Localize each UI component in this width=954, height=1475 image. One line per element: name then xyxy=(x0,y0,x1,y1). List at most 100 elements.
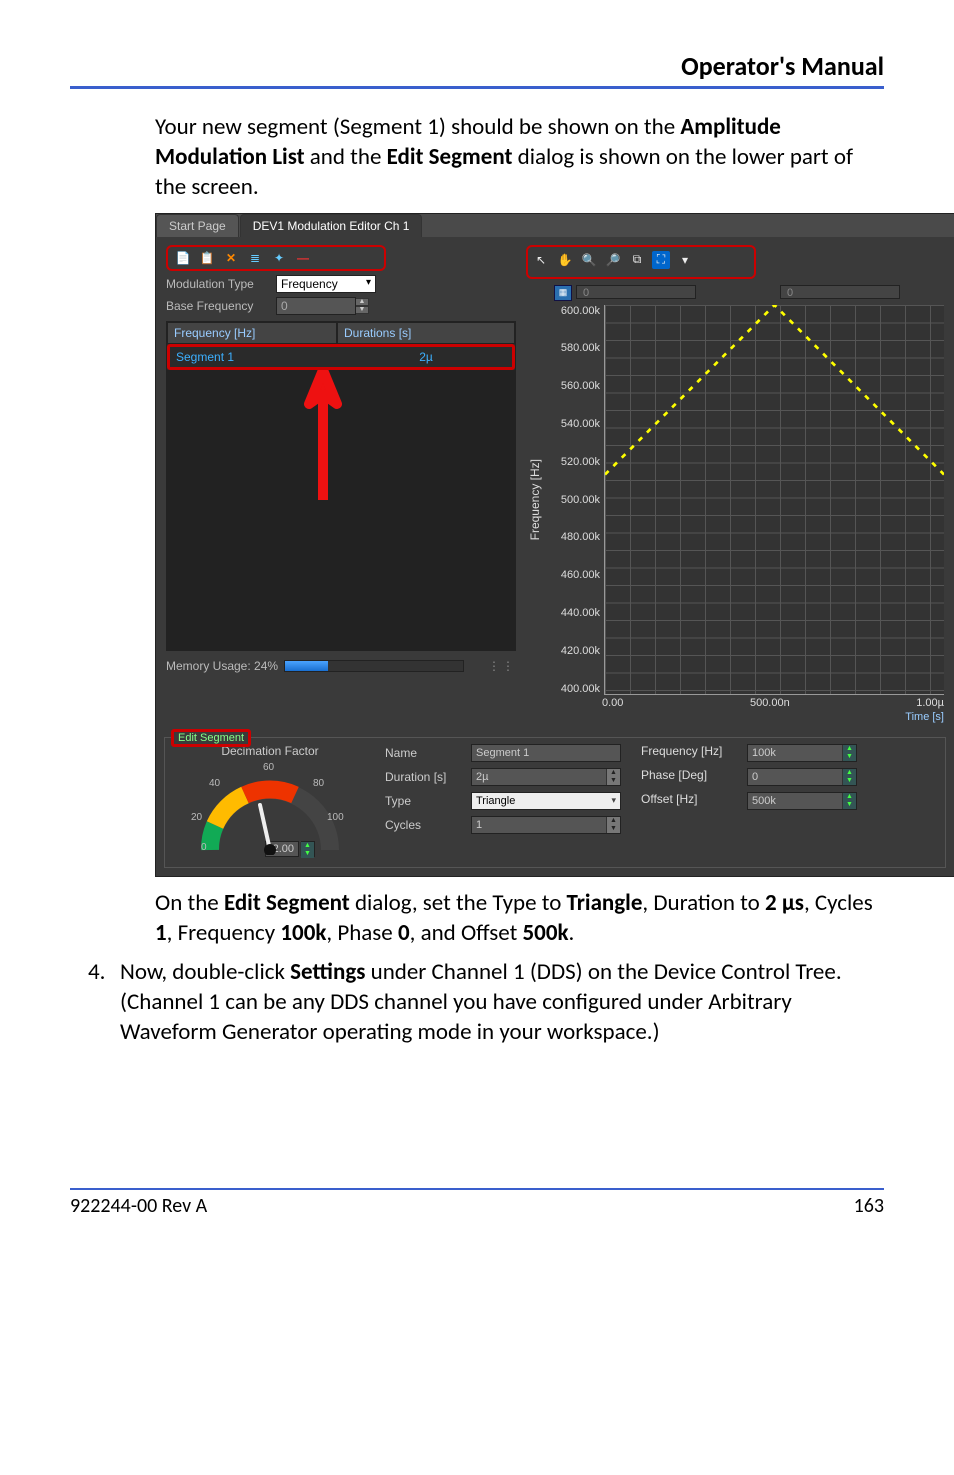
text: and the xyxy=(305,143,387,171)
x-tick: 1.00µ xyxy=(916,697,944,709)
y-tick: 460.00k xyxy=(548,569,600,581)
modulation-type-row: Modulation Type Frequency xyxy=(166,275,516,293)
tab-strip: Start Page DEV1 Modulation Editor Ch 1 xyxy=(156,214,954,237)
offset-input[interactable]: 500k▲▼ xyxy=(747,792,857,810)
tab-start-page[interactable]: Start Page xyxy=(156,214,239,237)
bold: 0 xyxy=(398,919,410,947)
page-header: Operator's Manual xyxy=(70,50,884,89)
decimation-spinner[interactable]: ▲▼ xyxy=(301,841,315,857)
delete-icon[interactable]: ✕ xyxy=(222,249,240,267)
bold: Edit Segment xyxy=(387,143,513,171)
modulation-type-label: Modulation Type xyxy=(166,277,276,291)
bold: Edit Segment xyxy=(224,889,350,917)
footer-right: 163 xyxy=(854,1194,884,1218)
memory-usage-row: Memory Usage: 24% ⋮⋮ xyxy=(166,659,516,673)
y-tick: 420.00k xyxy=(548,645,600,657)
edit-segment-panel: Edit Segment Decimation Factor xyxy=(164,737,946,868)
segment-fields-right: Frequency [Hz] 100k▲▼ Phase [Deg] 0▲▼ Of… xyxy=(641,744,857,857)
wizard-icon[interactable]: ✦ xyxy=(270,249,288,267)
cycles-label: Cycles xyxy=(385,818,465,832)
range-end-input[interactable]: 0 xyxy=(780,285,900,299)
text: dialog, set the Type to xyxy=(350,889,567,917)
new-icon[interactable]: 📄 xyxy=(174,249,192,267)
frequency-input[interactable]: 100k▲▼ xyxy=(747,744,857,762)
memory-usage-bar xyxy=(284,660,464,672)
intro-paragraph: Your new segment (Segment 1) should be s… xyxy=(155,113,884,203)
bold: Settings xyxy=(290,958,365,986)
name-label: Name xyxy=(385,746,465,760)
text: Your new segment (Segment 1) should be s… xyxy=(155,113,680,141)
col-durations: Durations [s] xyxy=(337,322,515,344)
gauge-tick: 40 xyxy=(209,778,220,789)
pointer-icon[interactable]: ↖ xyxy=(532,251,550,269)
modulation-editor-screenshot: Start Page DEV1 Modulation Editor Ch 1 📄… xyxy=(155,213,954,877)
y-tick: 560.00k xyxy=(548,380,600,392)
segment-name: Segment 1 xyxy=(170,347,340,367)
zoom-out-icon[interactable]: 🔎 xyxy=(604,251,622,269)
name-input[interactable]: Segment 1 xyxy=(471,744,621,762)
step-body: Now, double-click Settings under Channel… xyxy=(120,958,884,1048)
bold: 500k xyxy=(523,919,569,947)
range-start-input[interactable]: 0 xyxy=(576,285,696,299)
range-inputs: ▦ 0 0 xyxy=(554,285,944,301)
list-icon[interactable]: ≣ xyxy=(246,249,264,267)
segment-row-1[interactable]: Segment 1 2µ xyxy=(167,344,515,370)
zoom-in-icon[interactable]: 🔍 xyxy=(580,251,598,269)
copy-icon[interactable]: 📋 xyxy=(198,249,216,267)
text: Now, double-click xyxy=(120,958,290,986)
chevron-down-icon[interactable]: ▾ xyxy=(676,251,694,269)
type-label: Type xyxy=(385,794,465,808)
fit-icon[interactable]: ⛶ xyxy=(652,251,670,269)
cycles-input[interactable]: 1▲▼ xyxy=(471,816,621,834)
right-pane: ↖ ✋ 🔍 🔎 ⧉ ⛶ ▾ ▦ 0 0 Frequency [Hz] xyxy=(526,237,954,731)
segment-duration: 2µ xyxy=(340,347,512,367)
text: , Phase xyxy=(326,919,398,947)
bold: 100k xyxy=(280,919,326,947)
y-tick: 480.00k xyxy=(548,531,600,543)
type-select[interactable]: Triangle▾ xyxy=(471,792,621,810)
minus-icon[interactable]: — xyxy=(294,249,312,267)
base-frequency-label: Base Frequency xyxy=(166,299,276,313)
y-tick: 520.00k xyxy=(548,456,600,468)
phase-input[interactable]: 0▲▼ xyxy=(747,768,857,786)
base-frequency-row: Base Frequency 0 ▲▼ xyxy=(166,297,516,315)
modulation-type-select[interactable]: Frequency xyxy=(276,275,376,293)
text: On the xyxy=(155,889,224,917)
chart-toolbar: ↖ ✋ 🔍 🔎 ⧉ ⛶ ▾ xyxy=(526,245,756,279)
range-icon[interactable]: ▦ xyxy=(554,285,572,301)
x-tick: 0.00 xyxy=(602,697,623,709)
left-pane: 📄 📋 ✕ ≣ ✦ — Modulation Type Frequency Ba… xyxy=(156,237,526,731)
memory-usage-label: Memory Usage: 24% xyxy=(166,659,278,673)
duration-input[interactable]: 2µ▲▼ xyxy=(471,768,621,786)
x-ticks: 0.00 500.00n 1.00µ xyxy=(602,697,944,709)
gauge-tick: 60 xyxy=(263,762,274,773)
y-axis-label: Frequency [Hz] xyxy=(526,459,544,540)
text: , and Offset xyxy=(410,919,523,947)
footer-left: 922244-00 Rev A xyxy=(70,1194,207,1218)
y-tick: 540.00k xyxy=(548,418,600,430)
phase-label: Phase [Deg] xyxy=(641,768,741,786)
tab-modulation-editor[interactable]: DEV1 Modulation Editor Ch 1 xyxy=(240,214,423,237)
chart-plot-area[interactable] xyxy=(604,305,944,695)
offset-label: Offset [Hz] xyxy=(641,792,741,810)
base-frequency-input[interactable]: 0 xyxy=(276,297,356,315)
gauge-tick: 100 xyxy=(327,812,344,823)
gauge-icon: 0 20 40 60 80 100 xyxy=(185,760,355,855)
segment-fields-left: Name Segment 1 Duration [s] 2µ▲▼ Type Tr… xyxy=(385,744,621,857)
hand-icon[interactable]: ✋ xyxy=(556,251,574,269)
bold: 2 µs xyxy=(765,889,804,917)
text: . xyxy=(569,919,575,947)
x-tick: 500.00n xyxy=(750,697,790,709)
decimation-gauge: Decimation Factor 0 20 40 xyxy=(175,744,365,857)
left-toolbar: 📄 📋 ✕ ≣ ✦ — xyxy=(166,245,386,271)
step-4: 4. Now, double-click Settings under Chan… xyxy=(70,958,884,1048)
duration-label: Duration [s] xyxy=(385,770,465,784)
spinner[interactable]: ▲▼ xyxy=(355,298,369,314)
zoom-region-icon[interactable]: ⧉ xyxy=(628,251,646,269)
annotation-arrow-icon xyxy=(303,370,343,500)
text: , Frequency xyxy=(167,919,281,947)
segment-table: Frequency [Hz] Durations [s] Segment 1 2… xyxy=(166,321,516,651)
segment-table-header: Frequency [Hz] Durations [s] xyxy=(167,322,515,344)
col-frequency: Frequency [Hz] xyxy=(167,322,337,344)
resize-grip-icon[interactable]: ⋮⋮ xyxy=(488,659,516,673)
